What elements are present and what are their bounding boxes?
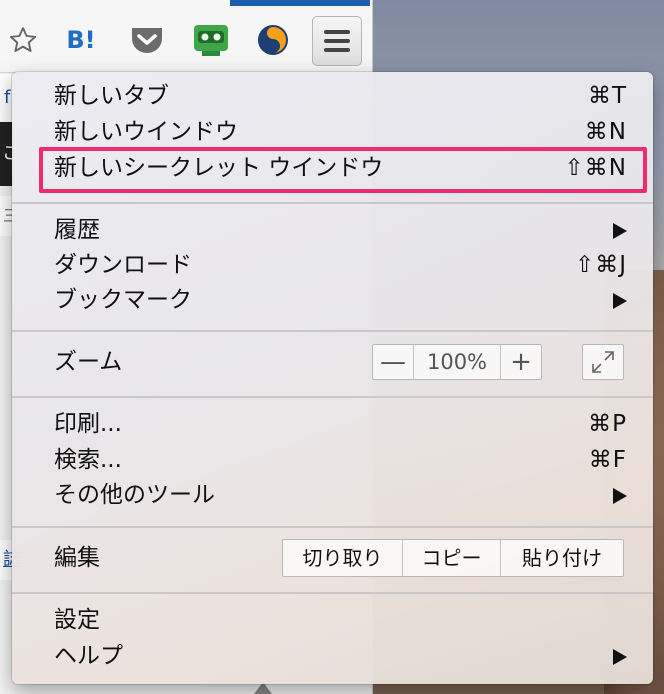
menu-item-bookmarks[interactable]: ブックマーク <box>12 282 653 318</box>
highlight-annotation-box <box>39 147 647 193</box>
sumo-icon[interactable] <box>250 15 296 65</box>
hamburger-menu-icon[interactable] <box>312 16 362 66</box>
submenu-arrow-icon <box>613 649 627 665</box>
menu-item-zoom: ズーム <box>54 349 123 375</box>
menu-separator <box>12 396 653 398</box>
menu-separator <box>12 526 653 528</box>
menu-item-find[interactable]: 検索... ⌘F <box>12 442 653 478</box>
menu-item-history[interactable]: 履歴 <box>12 212 653 248</box>
edit-controls: 切り取り コピー 貼り付け <box>282 539 624 577</box>
zoom-level: 100% <box>413 345 501 379</box>
zoom-out-button[interactable]: — <box>373 345 413 379</box>
menu-item-settings[interactable]: 設定 <box>12 602 653 638</box>
pocket-icon[interactable] <box>124 15 170 65</box>
fullscreen-button[interactable] <box>582 344 624 380</box>
menu-separator <box>12 330 653 332</box>
submenu-arrow-icon <box>613 293 627 309</box>
menu-item-print[interactable]: 印刷... ⌘P <box>12 406 653 442</box>
paste-button[interactable]: 貼り付け <box>500 540 623 576</box>
fullscreen-icon <box>592 351 614 373</box>
cut-button[interactable]: 切り取り <box>283 540 402 576</box>
zoom-control: — 100% + <box>372 344 542 380</box>
toolbar-accent-bar <box>230 0 370 6</box>
chrome-main-menu: 新しいタブ ⌘T 新しいウインドウ ⌘N 新しいシークレット ウインドウ ⇧⌘N… <box>12 72 653 684</box>
copy-button[interactable]: コピー <box>402 540 500 576</box>
star-icon[interactable] <box>0 15 46 65</box>
menu-item-downloads[interactable]: ダウンロード ⇧⌘J <box>12 247 653 283</box>
menu-separator <box>12 202 653 204</box>
browser-toolbar: B! <box>0 0 372 73</box>
menu-item-new-window[interactable]: 新しいウインドウ ⌘N <box>12 114 653 150</box>
submenu-arrow-icon <box>613 223 627 239</box>
menu-item-more-tools[interactable]: その他のツール <box>12 477 653 513</box>
hatena-bookmark-icon[interactable]: B! <box>58 15 104 65</box>
menu-separator <box>12 592 653 594</box>
menu-item-new-tab[interactable]: 新しいタブ ⌘T <box>12 78 653 114</box>
menu-item-help[interactable]: ヘルプ <box>12 638 653 674</box>
roboform-icon[interactable] <box>188 15 234 65</box>
zoom-in-button[interactable]: + <box>501 345 541 379</box>
submenu-arrow-icon <box>613 488 627 504</box>
